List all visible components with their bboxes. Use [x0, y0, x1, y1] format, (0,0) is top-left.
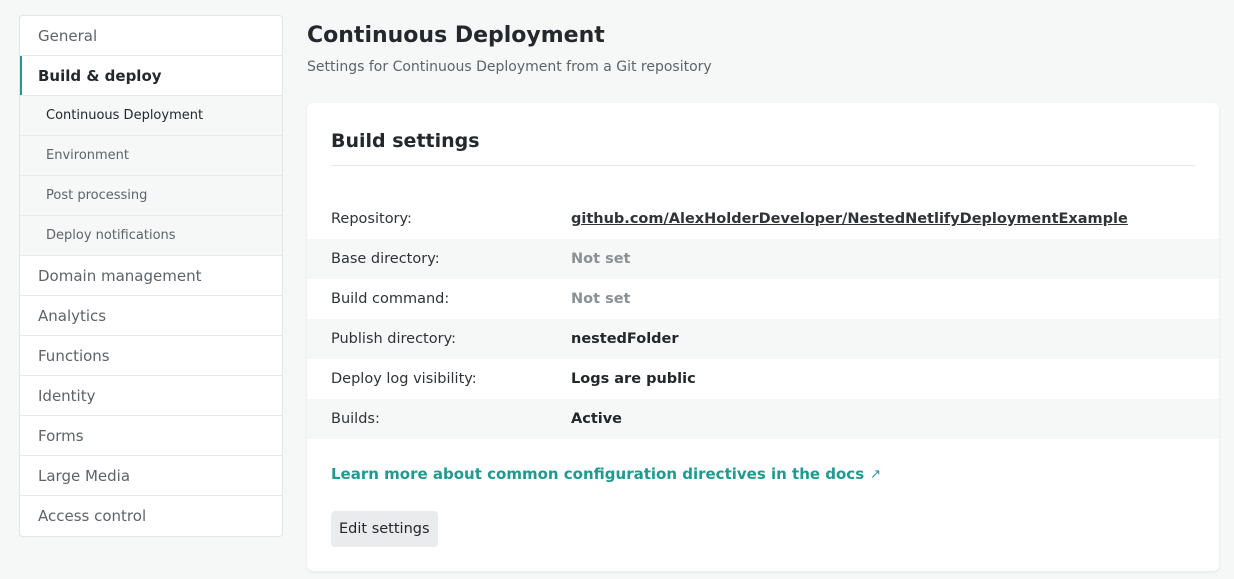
sidebar-subitem-deploy-notifications[interactable]: Deploy notifications	[20, 216, 282, 256]
page-title: Continuous Deployment	[307, 23, 605, 48]
sidebar-item-forms[interactable]: Forms	[20, 416, 282, 456]
sidebar-item-large-media[interactable]: Large Media	[20, 456, 282, 496]
sidebar-item-build-deploy[interactable]: Build & deploy	[20, 56, 282, 96]
sidebar-item-functions[interactable]: Functions	[20, 336, 282, 376]
setting-value: Not set	[571, 251, 631, 267]
card-divider	[331, 165, 1195, 166]
setting-label: Base directory:	[331, 251, 440, 267]
card-title: Build settings	[331, 130, 480, 152]
docs-link-label: Learn more about common configuration di…	[331, 465, 865, 483]
sidebar-subitem-continuous-deployment[interactable]: Continuous Deployment	[20, 96, 282, 136]
setting-label: Builds:	[331, 411, 380, 427]
sidebar-item-analytics[interactable]: Analytics	[20, 296, 282, 336]
setting-row-repository: Repository: github.com/AlexHolderDevelop…	[307, 199, 1219, 239]
setting-row-build-command: Build command: Not set	[307, 279, 1219, 319]
setting-row-deploy-log-visibility: Deploy log visibility: Logs are public	[307, 359, 1219, 399]
docs-link[interactable]: Learn more about common configuration di…	[331, 465, 881, 483]
edit-settings-button[interactable]: Edit settings	[331, 511, 438, 547]
settings-sidebar: General Build & deploy Continuous Deploy…	[19, 15, 283, 537]
setting-label: Repository:	[331, 211, 412, 227]
sidebar-subitem-post-processing[interactable]: Post processing	[20, 176, 282, 216]
setting-value: nestedFolder	[571, 331, 679, 347]
repository-link[interactable]: github.com/AlexHolderDeveloper/NestedNet…	[571, 211, 1128, 227]
page: General Build & deploy Continuous Deploy…	[0, 0, 1234, 579]
build-settings-card: Build settings Repository: github.com/Al…	[307, 103, 1219, 571]
setting-row-base-directory: Base directory: Not set	[307, 239, 1219, 279]
setting-value: Not set	[571, 291, 631, 307]
setting-value: Logs are public	[571, 371, 696, 387]
settings-list: Repository: github.com/AlexHolderDevelop…	[307, 199, 1219, 439]
sidebar-item-domain-management[interactable]: Domain management	[20, 256, 282, 296]
setting-row-publish-directory: Publish directory: nestedFolder	[307, 319, 1219, 359]
page-subtitle: Settings for Continuous Deployment from …	[307, 59, 712, 75]
sidebar-item-identity[interactable]: Identity	[20, 376, 282, 416]
sidebar-subitem-environment[interactable]: Environment	[20, 136, 282, 176]
setting-value: Active	[571, 411, 623, 427]
setting-label: Deploy log visibility:	[331, 371, 477, 387]
sidebar-item-general[interactable]: General	[20, 16, 282, 56]
setting-row-builds: Builds: Active	[307, 399, 1219, 439]
setting-label: Publish directory:	[331, 331, 456, 347]
sidebar-item-access-control[interactable]: Access control	[20, 496, 282, 536]
external-link-icon: ↗	[870, 466, 882, 482]
setting-label: Build command:	[331, 291, 450, 307]
